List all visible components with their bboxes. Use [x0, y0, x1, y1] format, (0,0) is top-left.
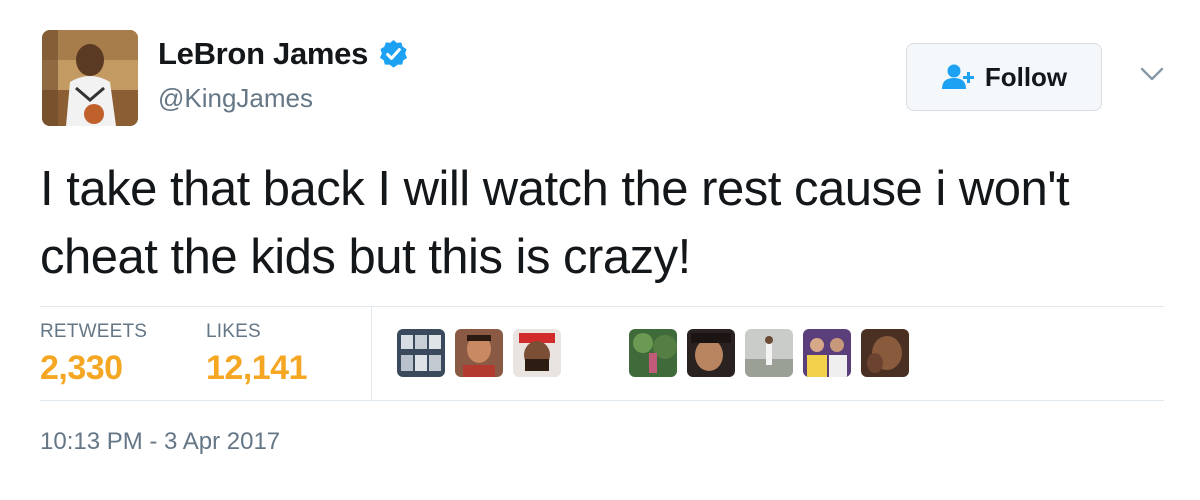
stats-bottom-divider	[40, 400, 1164, 401]
follow-button-label: Follow	[984, 61, 1068, 92]
likes-count: 12,141	[206, 349, 308, 387]
avatar-photo	[42, 30, 138, 126]
liker-avatar[interactable]	[861, 329, 909, 377]
likes-stat[interactable]: LIKES 12,141	[206, 321, 308, 388]
stats-vertical-divider	[371, 307, 372, 400]
liker-avatar[interactable]	[455, 329, 503, 377]
profile-avatar[interactable]	[42, 30, 138, 126]
liker-avatar[interactable]	[513, 329, 561, 377]
likes-label: LIKES	[206, 321, 261, 342]
retweets-label: RETWEETS	[40, 321, 148, 342]
retweets-count: 2,330	[40, 349, 123, 387]
verified-badge-icon	[378, 39, 409, 70]
tweet-stats: RETWEETS 2,330 LIKES 12,141	[40, 307, 1164, 400]
user-handle[interactable]: @KingJames	[158, 83, 313, 114]
liker-avatar[interactable]	[803, 329, 851, 377]
retweets-stat[interactable]: RETWEETS 2,330	[40, 321, 147, 388]
user-name-row[interactable]: LeBron James	[158, 36, 409, 72]
liker-avatar[interactable]	[629, 329, 677, 377]
liker-avatar[interactable]	[745, 329, 793, 377]
tweet-timestamp[interactable]: 10:13 PM - 3 Apr 2017	[40, 428, 280, 456]
liker-avatar[interactable]	[397, 329, 445, 377]
chevron-down-icon[interactable]	[1140, 66, 1164, 82]
user-display-name[interactable]: LeBron James	[158, 36, 368, 72]
tweet-text: I take that back I will watch the rest c…	[40, 162, 1070, 284]
liker-avatar[interactable]	[687, 329, 735, 377]
follow-person-plus-icon	[941, 64, 974, 89]
follow-button[interactable]: Follow	[906, 43, 1102, 111]
